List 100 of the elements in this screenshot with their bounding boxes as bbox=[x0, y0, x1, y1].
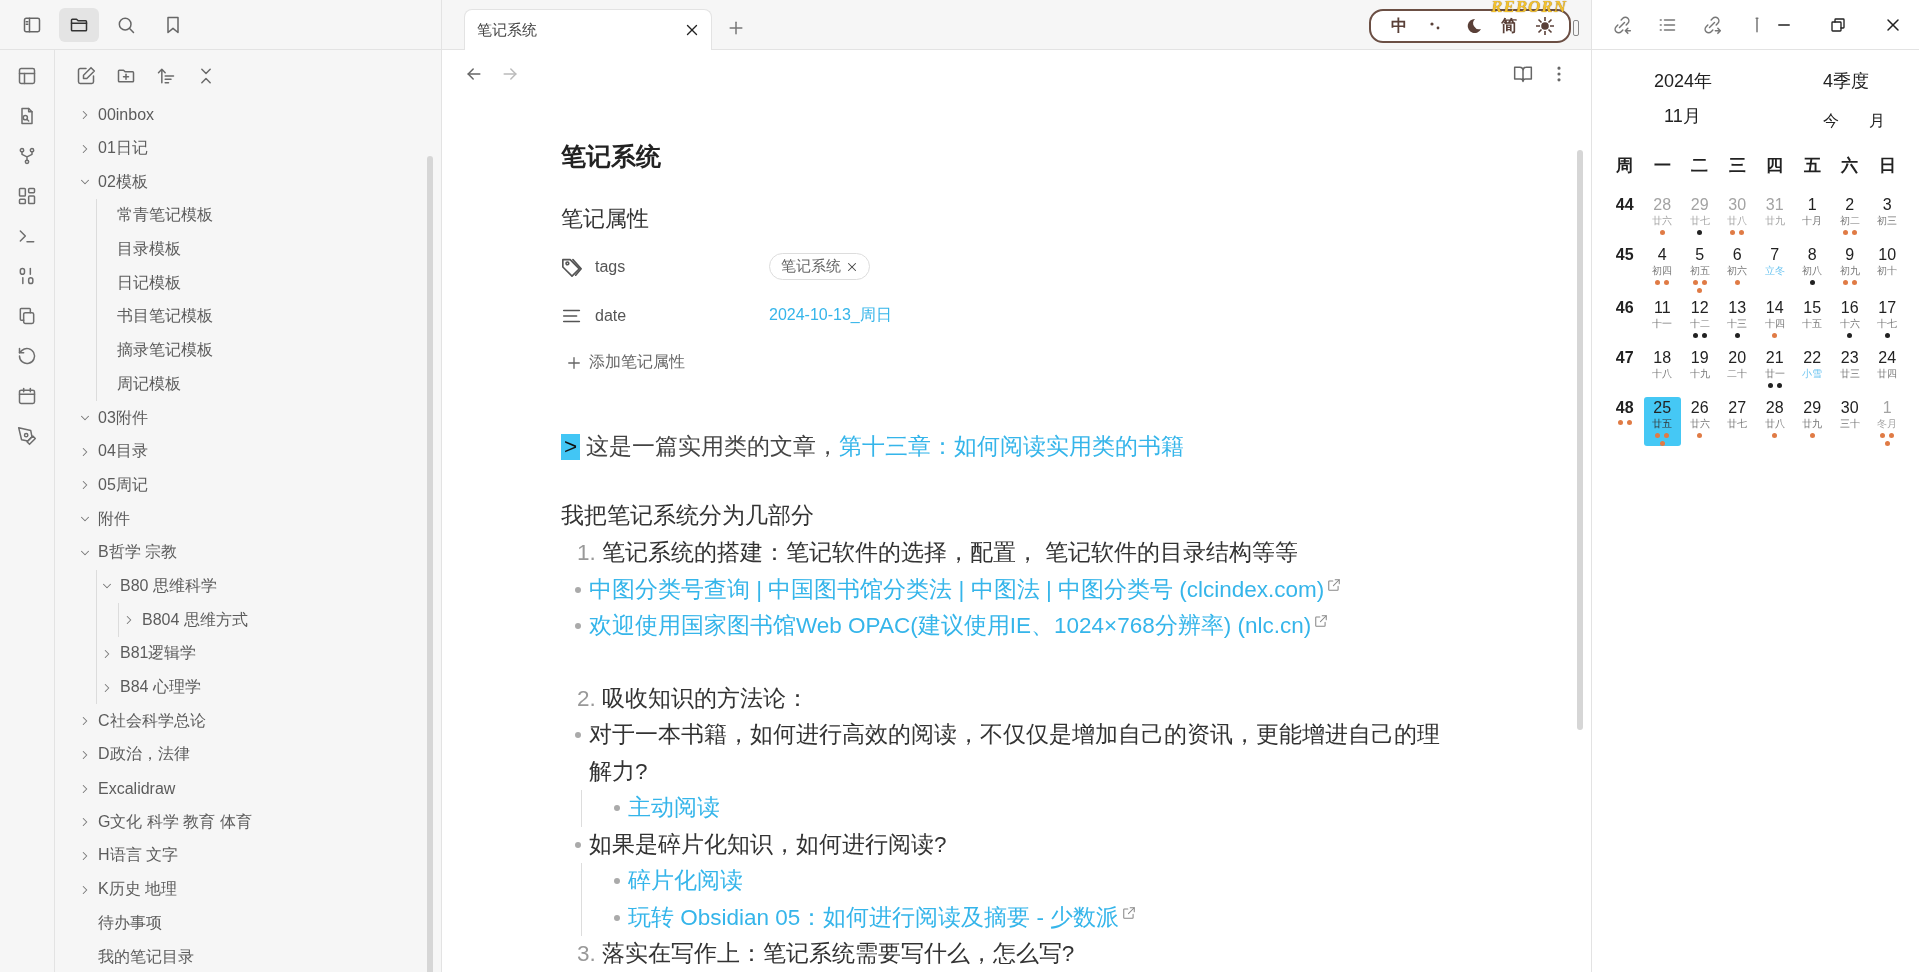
calendar-day[interactable]: 16 十六 bbox=[1831, 297, 1869, 343]
folder-item[interactable]: Excalidraw bbox=[98, 779, 176, 798]
copy-icon[interactable] bbox=[17, 306, 37, 326]
calendar-day[interactable]: 27 廿七 bbox=[1718, 397, 1756, 446]
file-item[interactable]: 周记模板 bbox=[117, 373, 181, 395]
calendar-day[interactable]: 6 初六 bbox=[1718, 244, 1756, 293]
list-item-text: 如果是碎片化知识，如何进行阅读? bbox=[589, 830, 947, 859]
folder-item[interactable]: 03附件 bbox=[98, 407, 148, 429]
today-button[interactable]: 今 bbox=[1823, 110, 1839, 132]
list-item-text: 笔记系统的搭建：笔记软件的选择，配置， 笔记软件的目录结构等等 bbox=[601, 539, 1299, 567]
folder-item[interactable]: B81逻辑学 bbox=[120, 643, 197, 665]
calendar-day[interactable]: 10 初十 bbox=[1868, 244, 1906, 293]
folder-item[interactable]: C社会科学总论 bbox=[98, 710, 206, 732]
calendar-day[interactable]: 22 小雪 bbox=[1793, 347, 1831, 393]
folder-item[interactable]: 02模板 bbox=[98, 171, 148, 193]
sun-icon[interactable] bbox=[1535, 16, 1555, 36]
folder-item[interactable]: B84 心理学 bbox=[120, 677, 201, 699]
folder-item[interactable]: B80 思维科学 bbox=[120, 575, 217, 597]
calendar-day[interactable]: 23 廿三 bbox=[1831, 347, 1869, 393]
week-number[interactable]: 45 bbox=[1615, 246, 1634, 264]
folder-item[interactable]: 05周记 bbox=[98, 474, 148, 496]
folder-item[interactable]: H语言 文字 bbox=[98, 845, 178, 867]
file-item[interactable]: 待办事项 bbox=[98, 912, 162, 934]
calendar-day[interactable]: 1 十月 bbox=[1793, 194, 1831, 240]
calendar-day[interactable]: 19 十九 bbox=[1681, 347, 1719, 393]
calendar-day[interactable]: 8 初八 bbox=[1793, 244, 1831, 293]
calendar-day[interactable]: 7 立冬 bbox=[1756, 244, 1794, 293]
graph-icon[interactable] bbox=[17, 146, 37, 166]
selected-day[interactable]: 25 廿五 bbox=[1643, 397, 1681, 446]
month-button[interactable]: 月 bbox=[1869, 110, 1885, 132]
calendar-day[interactable]: 3 初三 bbox=[1868, 194, 1906, 240]
link-in-icon[interactable] bbox=[1612, 14, 1632, 35]
calendar-day[interactable]: 2 初二 bbox=[1831, 194, 1869, 240]
calendar-day[interactable]: 5 初五 bbox=[1681, 244, 1719, 293]
new-note-icon[interactable] bbox=[76, 66, 96, 86]
folder-item[interactable]: 附件 bbox=[98, 508, 130, 530]
folder-button[interactable] bbox=[59, 7, 99, 42]
calendar-day[interactable]: 24 廿四 bbox=[1868, 347, 1906, 393]
layout-icon[interactable] bbox=[17, 66, 37, 86]
week-number[interactable]: 46 bbox=[1615, 299, 1634, 317]
folder-item[interactable]: 04目录 bbox=[98, 441, 148, 463]
folder-item[interactable]: B哲学 宗教 bbox=[98, 542, 178, 564]
add-property-link[interactable]: 添加笔记属性 bbox=[589, 352, 685, 373]
reading-view-icon[interactable] bbox=[1513, 64, 1533, 84]
month-label[interactable]: 11月 bbox=[1664, 104, 1701, 128]
calendar-day[interactable]: 28 廿八 bbox=[1756, 397, 1794, 446]
pen-icon[interactable] bbox=[17, 426, 37, 446]
new-folder-icon[interactable] bbox=[116, 66, 136, 86]
calendar-day[interactable]: 26 廿六 bbox=[1681, 397, 1719, 446]
note-tab[interactable]: 笔记系统 bbox=[464, 9, 712, 50]
file-item[interactable]: 常青笔记模板 bbox=[117, 205, 213, 227]
year-label[interactable]: 2024年 bbox=[1654, 69, 1713, 93]
file-item[interactable]: 书目笔记模板 bbox=[117, 306, 213, 328]
calendar-day[interactable]: 29 廿九 bbox=[1793, 397, 1831, 446]
theme-button[interactable]: 简 bbox=[1501, 15, 1517, 37]
calendar-day[interactable]: 4 初四 bbox=[1643, 244, 1681, 293]
calendar-day[interactable]: 30 三十 bbox=[1831, 397, 1869, 446]
folder-item[interactable]: K历史 地理 bbox=[98, 879, 178, 901]
file-item[interactable]: 目录模板 bbox=[117, 239, 181, 261]
folder-item[interactable]: 01日记 bbox=[98, 138, 148, 160]
weekday-label: 三 bbox=[1727, 155, 1747, 177]
calendar-day[interactable]: 21 廿一 bbox=[1756, 347, 1794, 393]
calendar-day[interactable]: 11 十一 bbox=[1643, 297, 1681, 343]
folder-item[interactable]: G文化 科学 教育 体育 bbox=[98, 811, 252, 833]
restore-icon[interactable] bbox=[1829, 15, 1847, 34]
calendar-day[interactable]: 20 二十 bbox=[1718, 347, 1756, 393]
scrollbar[interactable] bbox=[427, 156, 433, 972]
property-name: tags bbox=[595, 257, 626, 276]
calendar-day[interactable]: 12 十二 bbox=[1681, 297, 1719, 343]
weekday-label: 一 bbox=[1652, 155, 1672, 177]
history-icon[interactable] bbox=[17, 346, 37, 366]
folder-item[interactable]: D政治，法律 bbox=[98, 744, 190, 766]
link-out-icon[interactable] bbox=[1702, 14, 1722, 35]
list-item-text: 吸收知识的方法论： bbox=[601, 684, 809, 713]
folder-item[interactable]: B804 思维方式 bbox=[142, 609, 248, 631]
weekday-label: 六 bbox=[1840, 155, 1860, 177]
folder-item[interactable]: 00inbox bbox=[98, 105, 155, 124]
grid-icon[interactable] bbox=[17, 186, 37, 206]
calendar-day[interactable]: 15 十五 bbox=[1793, 297, 1831, 343]
calendar-day[interactable]: 9 初九 bbox=[1831, 244, 1869, 293]
list-number: 2. bbox=[577, 684, 596, 713]
sort-icon[interactable] bbox=[156, 66, 176, 86]
calendar-day[interactable]: 18 十八 bbox=[1643, 347, 1681, 393]
week-number[interactable]: 48 bbox=[1615, 399, 1634, 417]
calendar-day[interactable]: 14 十四 bbox=[1756, 297, 1794, 343]
calendar-day[interactable]: 17 十七 bbox=[1868, 297, 1906, 343]
bullet-icon bbox=[575, 623, 581, 629]
file-item[interactable]: 摘录笔记模板 bbox=[117, 340, 213, 362]
week-number[interactable]: 44 bbox=[1615, 196, 1634, 214]
calendar-day[interactable]: 13 十三 bbox=[1718, 297, 1756, 343]
binary-icon[interactable] bbox=[17, 266, 37, 286]
file-item[interactable]: 我的笔记目录 bbox=[98, 946, 194, 968]
calendar-icon[interactable] bbox=[17, 386, 37, 406]
bullet-icon bbox=[575, 732, 581, 738]
file-item[interactable]: 日记模板 bbox=[117, 272, 181, 294]
theme-button[interactable]: 中 bbox=[1391, 15, 1407, 37]
handle[interactable] bbox=[1573, 19, 1579, 36]
week-number[interactable]: 47 bbox=[1615, 349, 1634, 367]
scrollbar[interactable] bbox=[1577, 150, 1583, 730]
quarter-label[interactable]: 4季度 bbox=[1823, 69, 1869, 93]
